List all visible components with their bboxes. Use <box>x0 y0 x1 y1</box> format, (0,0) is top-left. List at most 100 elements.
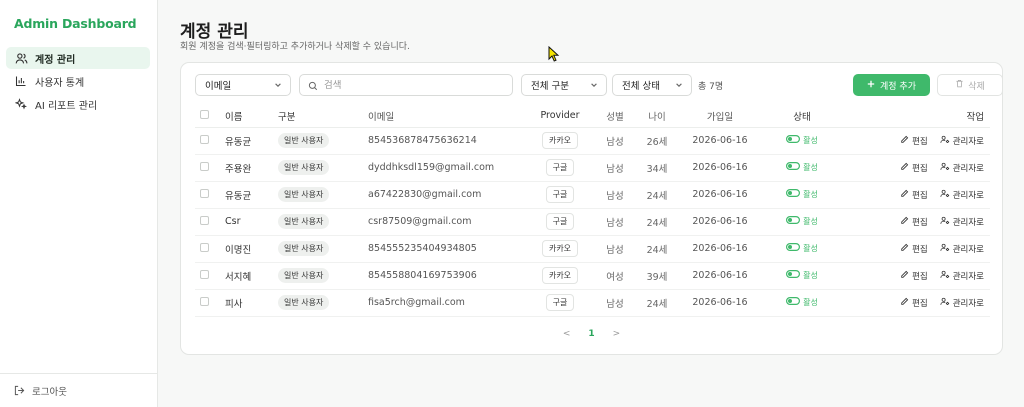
search-field-select[interactable]: 이메일 <box>195 74 291 96</box>
prev-page-button[interactable]: < <box>563 329 571 339</box>
edit-button[interactable]: 편집 <box>900 189 928 201</box>
cell-sex: 여성 <box>594 262 636 290</box>
cell-actions: 편집 관리자로 <box>842 127 990 155</box>
col-name[interactable]: 이름 <box>225 105 278 128</box>
cell-provider: 카카오 <box>526 127 594 155</box>
status-filter-select[interactable]: 전체 상태 <box>612 74 692 96</box>
type-filter-select[interactable]: 전체 구분 <box>521 74 607 96</box>
cell-sex: 남성 <box>594 235 636 263</box>
provider-badge: 구글 <box>545 294 575 311</box>
cell-age: 26세 <box>636 127 678 155</box>
edit-button[interactable]: 편집 <box>900 216 928 228</box>
cell-email: fisa5rch@gmail.com <box>368 289 526 317</box>
edit-button[interactable]: 편집 <box>900 135 928 147</box>
row-checkbox-cell <box>195 154 225 182</box>
cell-email: 854536878475636214 <box>368 127 526 155</box>
cell-name: 피사 <box>225 289 278 317</box>
next-page-button[interactable]: > <box>613 329 621 339</box>
search-icon <box>308 76 318 95</box>
col-status[interactable]: 상태 <box>762 105 842 128</box>
cell-name: 주용완 <box>225 154 278 182</box>
cell-sex: 남성 <box>594 127 636 155</box>
edit-button[interactable]: 편집 <box>900 270 928 282</box>
row-checkbox[interactable] <box>200 269 209 279</box>
make-admin-button[interactable]: 관리자로 <box>940 297 984 309</box>
users-icon <box>14 51 28 65</box>
edit-label: 편집 <box>912 136 928 147</box>
sidebar-item-account-management[interactable]: 계정 관리 <box>6 47 150 69</box>
add-account-button[interactable]: 계정 추가 <box>853 74 930 96</box>
cell-status: 활성 <box>762 208 842 236</box>
status-filter-value: 전체 상태 <box>622 81 660 92</box>
make-admin-label: 관리자로 <box>952 190 984 201</box>
edit-label: 편집 <box>912 244 928 255</box>
type-badge: 일반 사용자 <box>278 133 330 148</box>
sidebar-item-user-stats[interactable]: 사용자 통계 <box>6 70 150 92</box>
cell-actions: 편집 관리자로 <box>842 208 990 236</box>
make-admin-button[interactable]: 관리자로 <box>940 243 984 255</box>
delete-button[interactable]: 삭제 <box>937 74 1003 96</box>
page-number-current[interactable]: 1 <box>588 329 594 339</box>
cell-email: dyddhksdl159@gmail.com <box>368 154 526 182</box>
row-checkbox[interactable] <box>200 134 209 144</box>
col-joined[interactable]: 가입일 <box>678 105 762 128</box>
cell-type: 일반 사용자 <box>278 208 368 236</box>
table-row: 주용완 일반 사용자 dyddhksdl159@gmail.com 구글 남성 34세 20… <box>195 154 990 182</box>
row-checkbox[interactable] <box>200 242 209 252</box>
status-toggle[interactable]: 활성 <box>786 189 818 200</box>
col-type[interactable]: 구분 <box>278 105 368 128</box>
user-cog-icon <box>940 243 950 255</box>
brand-title: Admin Dashboard <box>14 16 137 31</box>
select-all-checkbox[interactable] <box>200 109 209 119</box>
cell-email: 854555235404934805 <box>368 235 526 263</box>
make-admin-button[interactable]: 관리자로 <box>940 189 984 201</box>
col-sex[interactable]: 성별 <box>594 105 636 128</box>
cell-status: 활성 <box>762 154 842 182</box>
edit-button[interactable]: 편집 <box>900 162 928 174</box>
cell-provider: 구글 <box>526 289 594 317</box>
col-provider[interactable]: Provider <box>526 105 594 128</box>
provider-badge: 구글 <box>545 186 575 203</box>
sidebar-nav: 계정 관리 사용자 통계 AI 리포트 관리 <box>6 47 150 116</box>
type-badge: 일반 사용자 <box>278 214 330 229</box>
cell-provider: 구글 <box>526 154 594 182</box>
search-input[interactable] <box>324 79 504 91</box>
row-checkbox[interactable] <box>200 215 209 225</box>
status-toggle[interactable]: 활성 <box>786 270 818 281</box>
page-subtitle: 회원 계정을 검색·필터링하고 추가하거나 삭제할 수 있습니다. <box>180 42 410 52</box>
edit-button[interactable]: 편집 <box>900 297 928 309</box>
make-admin-button[interactable]: 관리자로 <box>940 270 984 282</box>
row-checkbox[interactable] <box>200 296 209 306</box>
status-toggle[interactable]: 활성 <box>786 243 818 254</box>
col-age[interactable]: 나이 <box>636 105 678 128</box>
col-email[interactable]: 이메일 <box>368 105 526 128</box>
toggle-icon <box>786 189 801 199</box>
row-checkbox[interactable] <box>200 161 209 171</box>
cell-provider: 구글 <box>526 181 594 209</box>
cell-status: 활성 <box>762 289 842 317</box>
sidebar-item-ai-report[interactable]: AI 리포트 관리 <box>6 93 150 115</box>
table-row: 서지혜 일반 사용자 854558804169753906 카카오 여성 39세 2026-… <box>195 262 990 290</box>
user-cog-icon <box>940 135 950 147</box>
make-admin-label: 관리자로 <box>952 217 984 228</box>
edit-button[interactable]: 편집 <box>900 243 928 255</box>
row-checkbox[interactable] <box>200 188 209 198</box>
chevron-down-icon <box>274 81 282 92</box>
delete-label: 삭제 <box>968 81 985 92</box>
cell-sex: 남성 <box>594 154 636 182</box>
status-toggle[interactable]: 활성 <box>786 216 818 227</box>
make-admin-button[interactable]: 관리자로 <box>940 216 984 228</box>
status-toggle[interactable]: 활성 <box>786 297 818 308</box>
make-admin-button[interactable]: 관리자로 <box>940 135 984 147</box>
logout-button[interactable]: 로그아웃 <box>0 373 158 407</box>
pencil-icon <box>900 135 909 147</box>
status-toggle[interactable]: 활성 <box>786 162 818 173</box>
sparkles-icon <box>14 97 28 111</box>
cell-name: 서지혜 <box>225 262 278 290</box>
make-admin-button[interactable]: 관리자로 <box>940 162 984 174</box>
status-label: 활성 <box>803 216 818 226</box>
user-cog-icon <box>940 162 950 174</box>
search-box[interactable] <box>299 74 513 96</box>
status-toggle[interactable]: 활성 <box>786 135 818 146</box>
cell-type: 일반 사용자 <box>278 289 368 317</box>
